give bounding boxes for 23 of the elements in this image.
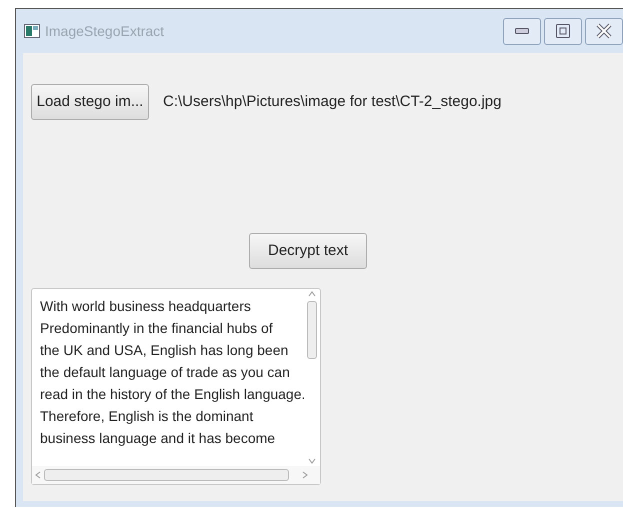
text-line: Therefore, English is the dominant (40, 407, 254, 426)
output-text-area[interactable] (31, 288, 321, 485)
file-path: C:\Users\hp\Pictures\image for test\CT-2_stego.jpg (163, 92, 502, 112)
load-image-button[interactable]: Load stego im... (31, 84, 149, 120)
text-line: Predominantly in the financial hubs of (40, 319, 274, 338)
window-title: ImageStegoExtract (45, 22, 164, 41)
app-icon (24, 24, 40, 38)
text-line: the default language of trade as you can (40, 363, 291, 382)
text-line: business language and it has become (40, 429, 276, 448)
horizontal-scrollbar[interactable] (32, 466, 320, 484)
scroll-thumb[interactable] (307, 301, 317, 359)
close-button[interactable] (585, 18, 623, 44)
minimize-icon (515, 28, 529, 34)
maximize-button[interactable] (544, 18, 582, 44)
decrypt-button[interactable]: Decrypt text (249, 233, 367, 269)
text-line: With world business headquarters (40, 297, 252, 316)
close-icon (596, 23, 612, 39)
text-line: the UK and USA, English has long been (40, 341, 290, 360)
text-line: read in the history of the English language. (40, 385, 304, 404)
maximize-icon (556, 24, 570, 38)
minimize-button[interactable] (503, 18, 541, 44)
vertical-scrollbar[interactable] (304, 289, 320, 466)
scroll-thumb[interactable] (44, 469, 289, 481)
